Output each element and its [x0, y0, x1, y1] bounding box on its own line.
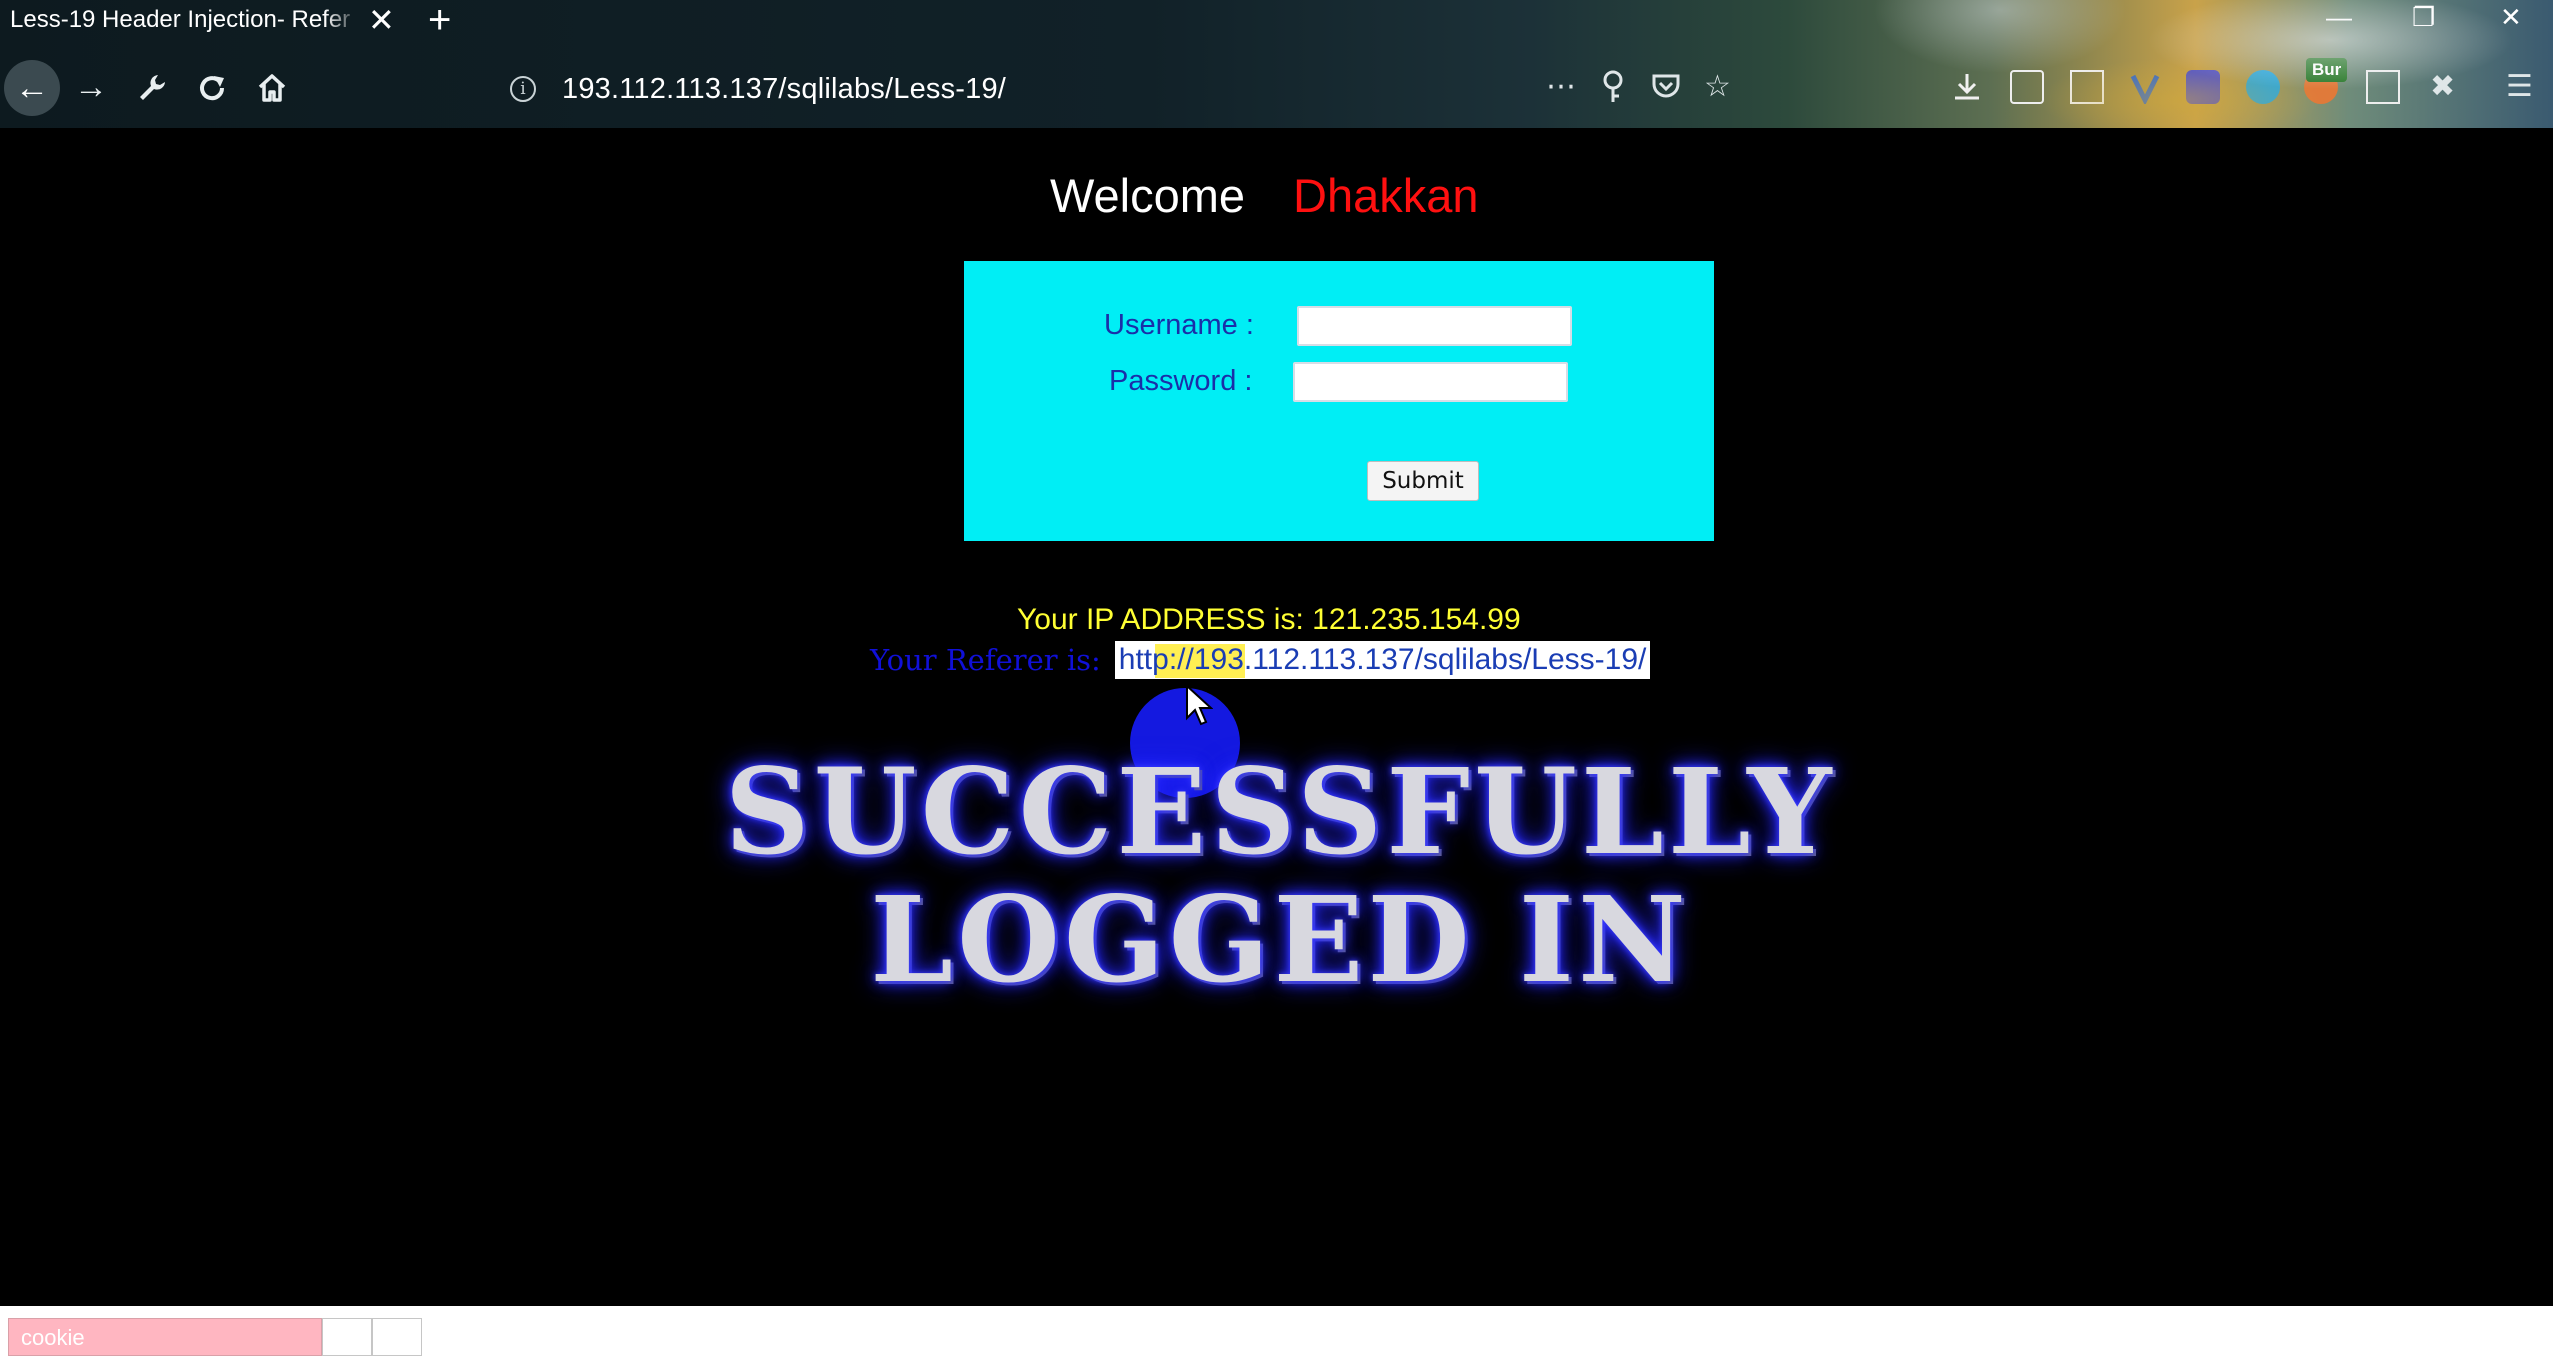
hackbar-button-2[interactable]	[372, 1318, 422, 1356]
menu-icon[interactable]: ☰	[2506, 70, 2533, 104]
tab-close-icon[interactable]: ✕	[368, 4, 395, 36]
tab-title: Less-19 Header Injection- Refer	[10, 6, 351, 33]
cookie-input[interactable]: cookie	[8, 1318, 322, 1356]
window-close-icon[interactable]: ✕	[2500, 2, 2522, 33]
welcome-username: Dhakkan	[1293, 169, 1479, 222]
browser-tab[interactable]: Less-19 Header Injection- Refer	[0, 0, 400, 40]
url-text[interactable]: 193.112.113.137/sqlilabs/Less-19/	[562, 73, 1006, 106]
success-banner: SUCCESSFULLY LOGGED IN	[700, 748, 1860, 1004]
submit-button[interactable]: Submit	[1367, 461, 1479, 501]
minimize-icon[interactable]: —	[2326, 2, 2352, 33]
wrench-icon[interactable]	[136, 72, 168, 104]
referer-label: Your Referer is:	[870, 643, 1101, 677]
username-input[interactable]	[1297, 306, 1572, 346]
referer-value-text: http://193.112.113.137/sqlilabs/Less-19/	[1118, 643, 1647, 676]
extension-x-icon[interactable]: ✖	[2430, 70, 2455, 104]
forward-button[interactable]: →	[74, 70, 108, 104]
back-arrow-icon: ←	[15, 68, 49, 107]
info-icon[interactable]: i	[510, 76, 536, 102]
welcome-heading: Welcome Dhakkan	[1050, 168, 1479, 223]
referer-line: Your Referer is: http://193.112.113.137/…	[870, 641, 1651, 679]
password-input[interactable]	[1293, 362, 1568, 402]
browser-toolbar: Less-19 Header Injection- Refer ✕ + — ❐ …	[0, 0, 2553, 128]
password-label: Password :	[1109, 365, 1253, 397]
home-icon[interactable]	[256, 72, 288, 104]
pocket-icon[interactable]	[1650, 70, 1682, 102]
mouse-cursor-icon	[1186, 684, 1213, 726]
success-line-2: LOGGED IN	[870, 870, 1690, 1009]
new-tab-button[interactable]: +	[428, 0, 451, 40]
burp-badge: Bur	[2306, 58, 2348, 82]
ellipsis-icon[interactable]: ⋯	[1546, 70, 1576, 104]
reload-icon[interactable]	[196, 72, 228, 104]
extension-ip-icon[interactable]	[2366, 70, 2400, 104]
hackbar-panel: cookie	[0, 1306, 2553, 1370]
extension-globe-icon[interactable]	[2246, 70, 2280, 104]
key-icon[interactable]	[1600, 70, 1626, 104]
welcome-label: Welcome	[1050, 169, 1246, 222]
back-button[interactable]: ←	[4, 60, 60, 116]
restore-icon[interactable]: ❐	[2412, 2, 2435, 33]
ip-address-text: Your IP ADDRESS is: 121.235.154.99	[1017, 603, 1521, 636]
success-line-1: SUCCESSFULLY	[724, 742, 1836, 881]
extension-mail-icon[interactable]	[2186, 70, 2220, 104]
library-icon[interactable]	[2010, 70, 2044, 104]
username-label: Username :	[1104, 309, 1254, 341]
referer-value[interactable]: http://193.112.113.137/sqlilabs/Less-19/	[1114, 641, 1651, 679]
star-icon[interactable]: ☆	[1704, 70, 1731, 104]
login-form: Username : Password : Submit	[964, 261, 1714, 541]
extension-v-icon[interactable]	[2128, 70, 2162, 104]
hackbar-button-1[interactable]	[322, 1318, 372, 1356]
sidebar-icon[interactable]	[2070, 70, 2104, 104]
download-icon[interactable]	[1950, 70, 1984, 104]
page-content: Welcome Dhakkan Username : Password : Sub…	[0, 128, 2553, 1306]
